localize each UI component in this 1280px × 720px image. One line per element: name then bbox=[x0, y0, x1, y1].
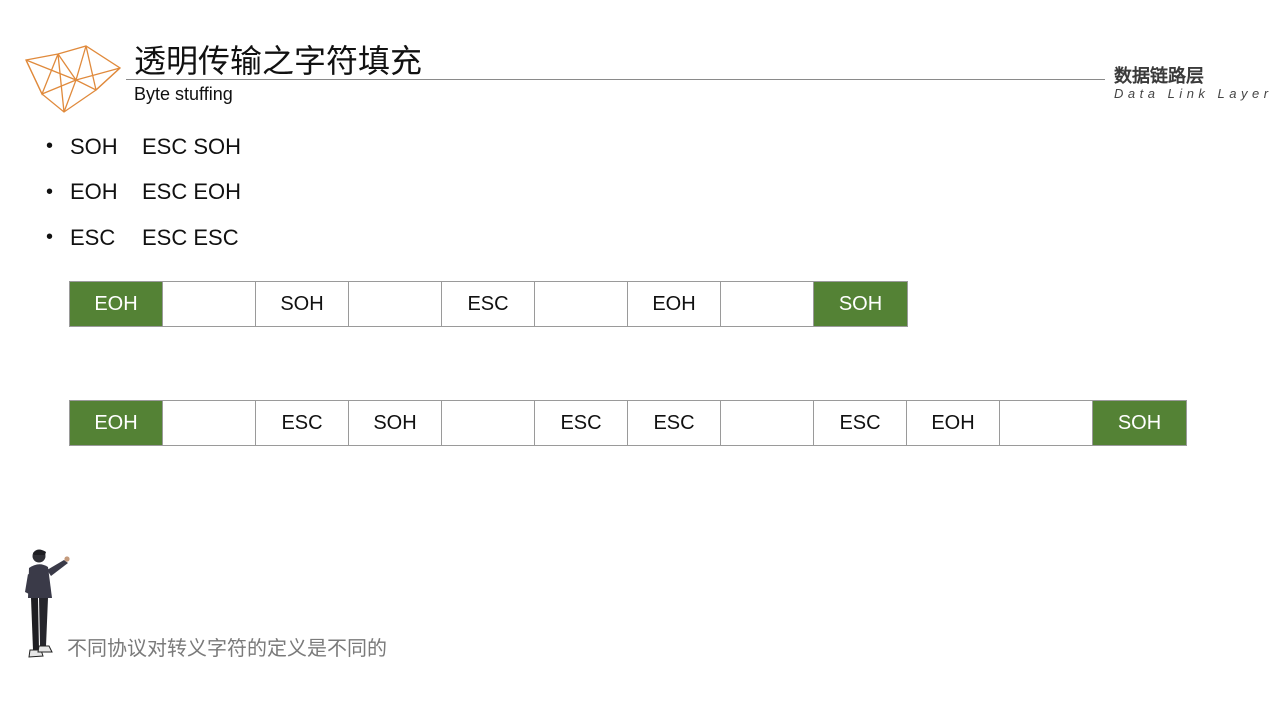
logo-icon bbox=[25, 45, 122, 113]
rule-item: • EOH ESC EOH bbox=[46, 170, 241, 216]
frame-byte-cell: ESC bbox=[814, 401, 907, 445]
page-title: 透明传输之字符填充 bbox=[134, 42, 423, 80]
header-divider bbox=[126, 79, 1105, 80]
section-title: 数据链路层 bbox=[1114, 66, 1204, 87]
frame-flag-cell: SOH bbox=[814, 282, 907, 326]
frame-flag-cell: EOH bbox=[70, 401, 163, 445]
rule-char: ESC bbox=[70, 224, 116, 250]
frame-byte-cell: ESC bbox=[442, 282, 535, 326]
frame-data-cell bbox=[163, 282, 256, 326]
frame-byte-cell: ESC bbox=[628, 401, 721, 445]
section-subtitle: Data Link Layer bbox=[1114, 86, 1273, 101]
bullet-icon: • bbox=[46, 226, 54, 249]
frame-data-cell bbox=[1000, 401, 1093, 445]
frame-byte-cell: ESC bbox=[256, 401, 349, 445]
note-text: 不同协议对转义字符的定义是不同的 bbox=[67, 636, 387, 660]
rule-char: EOH bbox=[70, 179, 118, 205]
rule-escaped: ESC SOH bbox=[142, 133, 242, 159]
frame-flag-cell: EOH bbox=[70, 282, 163, 326]
frame-byte-cell: EOH bbox=[628, 282, 721, 326]
frame-data-cell bbox=[721, 282, 814, 326]
frame-stuffed: EOH ESC SOH ESC ESC ESC EOH SOH bbox=[69, 400, 1187, 446]
escape-rules-list: • SOH ESC SOH • EOH ESC EOH • ESC ESC ES… bbox=[46, 124, 241, 261]
frame-data-cell bbox=[349, 282, 442, 326]
frame-byte-cell: ESC bbox=[535, 401, 628, 445]
rule-item: • ESC ESC ESC bbox=[46, 215, 241, 261]
frame-data-cell bbox=[535, 282, 628, 326]
frame-data-cell bbox=[163, 401, 256, 445]
rule-char: SOH bbox=[70, 133, 118, 159]
rule-escaped: ESC ESC bbox=[142, 224, 239, 250]
frame-byte-cell: EOH bbox=[907, 401, 1000, 445]
frame-original: EOH SOH ESC EOH SOH bbox=[69, 281, 908, 327]
bullet-icon: • bbox=[46, 180, 54, 203]
frame-byte-cell: SOH bbox=[256, 282, 349, 326]
frame-data-cell bbox=[721, 401, 814, 445]
rule-escaped: ESC EOH bbox=[142, 179, 242, 205]
bullet-icon: • bbox=[46, 135, 54, 158]
page-subtitle: Byte stuffing bbox=[134, 84, 233, 104]
rule-item: • SOH ESC SOH bbox=[46, 124, 241, 170]
frame-flag-cell: SOH bbox=[1093, 401, 1186, 445]
frame-byte-cell: SOH bbox=[349, 401, 442, 445]
frame-data-cell bbox=[442, 401, 535, 445]
